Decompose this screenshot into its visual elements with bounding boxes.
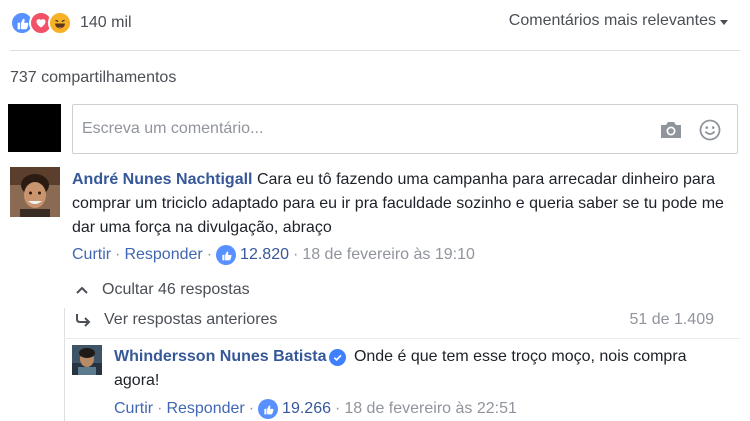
replies-page-count: 51 de 1.409 — [629, 311, 714, 328]
like-count-icon — [216, 245, 237, 265]
comment-input-placeholder: Escreva um comentário... — [82, 120, 264, 137]
reply-button[interactable]: Responder — [166, 400, 244, 418]
comment-input[interactable]: Escreva um comentário... — [72, 104, 738, 154]
comment-body: André Nunes Nachtigall Cara eu tô fazend… — [72, 168, 738, 240]
view-previous-replies[interactable]: Ver respostas anteriores — [74, 311, 277, 329]
timestamp[interactable]: 18 de fevereiro às 19:10 — [302, 246, 475, 264]
separator-dot: · — [206, 246, 213, 263]
reply-author-avatar[interactable] — [72, 345, 102, 375]
like-button[interactable]: Curtir — [72, 246, 111, 264]
haha-icon — [48, 11, 72, 35]
separator-dot: · — [115, 246, 121, 263]
timestamp[interactable]: 18 de fevereiro às 22:51 — [344, 400, 517, 418]
like-button[interactable]: Curtir — [114, 400, 153, 418]
reply-author[interactable]: Whindersson Nunes Batista — [114, 348, 326, 365]
reactions-summary[interactable]: 140 mil — [10, 10, 132, 36]
camera-icon[interactable] — [659, 120, 683, 140]
chevron-up-icon — [76, 286, 88, 294]
hide-replies-label: Ocultar 46 respostas — [102, 281, 250, 298]
like-count[interactable]: 12.820 — [240, 246, 289, 264]
reply-actions: Curtir · Responder · 19.266 · 18 de feve… — [114, 399, 517, 419]
reaction-count[interactable]: 140 mil — [80, 14, 132, 32]
comment-actions: Curtir · Responder · 12.820 · 18 de feve… — [72, 245, 475, 265]
view-previous-label: Ver respostas anteriores — [104, 311, 278, 328]
commenter-avatar[interactable] — [10, 167, 60, 217]
reply-arrow-icon — [76, 314, 91, 327]
separator-dot: · — [248, 400, 255, 417]
separator-dot: · — [334, 400, 341, 417]
divider — [64, 338, 740, 339]
current-user-avatar — [8, 104, 61, 152]
comment-author[interactable]: André Nunes Nachtigall — [72, 171, 252, 188]
reply-button[interactable]: Responder — [124, 246, 202, 264]
like-count[interactable]: 19.266 — [282, 400, 331, 418]
hide-replies-button[interactable]: Ocultar 46 respostas — [76, 281, 250, 299]
separator-dot: · — [157, 400, 163, 417]
divider — [10, 50, 740, 51]
reply-body: Whindersson Nunes Batista Onde é que tem… — [114, 345, 714, 393]
separator-dot: · — [292, 246, 299, 263]
caret-down-icon — [720, 19, 728, 25]
share-count[interactable]: 737 compartilhamentos — [10, 69, 176, 87]
like-count-icon — [258, 399, 279, 419]
verified-badge-icon — [329, 349, 347, 366]
emoji-icon[interactable] — [699, 119, 721, 141]
sort-label: Comentários mais relevantes — [508, 12, 716, 29]
reply-thread-line — [64, 308, 65, 421]
comment-sort-dropdown[interactable]: Comentários mais relevantes — [509, 12, 728, 30]
